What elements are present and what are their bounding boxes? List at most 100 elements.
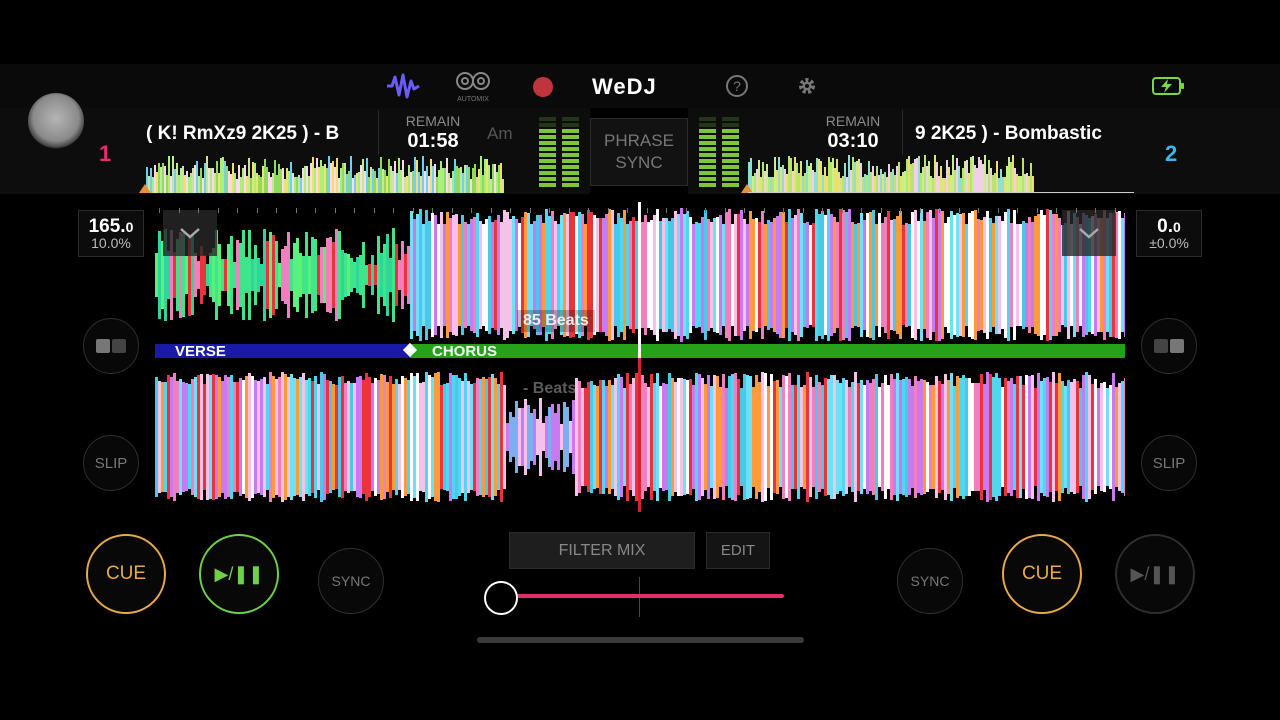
meter-segment [699, 147, 716, 151]
beat-tick [198, 208, 199, 213]
meter-segment [722, 141, 739, 145]
meter-segment [722, 159, 739, 163]
deck1-loop-toggle[interactable] [83, 318, 139, 374]
phrase-sync-line1: PHRASE [604, 131, 674, 150]
beat-tick [217, 208, 219, 213]
beat-tick [919, 208, 921, 213]
deck2-waveform-zoom-button[interactable] [1062, 210, 1116, 256]
meter-segment [539, 135, 556, 139]
crossfader-knob[interactable] [484, 581, 518, 615]
deck1-remain-time: 01:58 [407, 130, 459, 152]
deck2-track-title[interactable]: 9 2K25 ) - Bombastic [915, 123, 1135, 145]
meter-segment [699, 123, 716, 127]
divider [378, 110, 379, 155]
meter-segment [539, 141, 556, 145]
beat-tick [783, 208, 784, 213]
beat-tick [607, 208, 609, 213]
deck2-overview-waveform[interactable] [748, 155, 1134, 193]
meter-segment [722, 117, 739, 121]
meter-segment [699, 183, 716, 187]
beat-tick [958, 208, 960, 213]
deck1-track-title[interactable]: ( K! RmXz9 2K25 ) - B [146, 123, 366, 145]
deck2-bpm-display[interactable]: 0.0 ±0.0% [1136, 210, 1202, 257]
deck1-bpm: 165. [88, 216, 126, 237]
beat-tick [354, 208, 355, 213]
deck1-cue-button[interactable]: CUE [86, 534, 166, 614]
deck2-cue-button[interactable]: CUE [1002, 534, 1082, 614]
waveform-icon[interactable] [385, 68, 421, 104]
beat-tick [334, 208, 336, 213]
deck1-bpm-display[interactable]: 165.0 10.0% [78, 210, 144, 257]
meter-segment [699, 117, 716, 121]
deck2-bpm-decimal: 0 [1173, 219, 1181, 235]
meter-segment [562, 171, 579, 175]
overview-bar [1032, 176, 1034, 193]
meter-segment [539, 153, 556, 157]
beat-tick [1017, 208, 1018, 213]
beat-tick [159, 208, 160, 213]
beat-tick [1095, 208, 1096, 213]
meter-segment [699, 129, 716, 133]
loop-toggle-icon [1154, 339, 1184, 353]
deck1-level-meter [539, 117, 579, 187]
meter-column [539, 117, 556, 187]
waveform-bar [1124, 378, 1125, 496]
play-pause-icon: ▶/❚❚ [1130, 563, 1180, 584]
meter-segment [539, 117, 556, 121]
record-icon[interactable] [533, 77, 553, 97]
meter-segment [539, 165, 556, 169]
beat-tick [978, 208, 979, 213]
deck2-slip-button[interactable]: SLIP [1141, 435, 1197, 491]
filter-mix-button[interactable]: FILTER MIX [509, 532, 695, 569]
deck2-remain-label: REMAIN [825, 113, 881, 129]
edit-button[interactable]: EDIT [706, 532, 770, 569]
meter-segment [722, 129, 739, 133]
beat-tick [724, 208, 726, 213]
loop-toggle-icon [96, 339, 126, 353]
deck1-key: Am [487, 124, 513, 143]
deck1-waveform-zoom-button[interactable] [163, 210, 217, 256]
beat-tick [1036, 208, 1038, 213]
deck2-beats-countdown: - Beats [523, 380, 577, 397]
meter-segment [722, 177, 739, 181]
beat-tick [178, 208, 180, 213]
help-icon[interactable]: ? [719, 68, 755, 104]
overview-bar [502, 178, 504, 193]
deck1-sync-button[interactable]: SYNC [318, 548, 384, 614]
beat-tick [471, 208, 472, 213]
meter-segment [562, 159, 579, 163]
deck2-loop-toggle[interactable] [1141, 318, 1197, 374]
waveform-display[interactable]: VERSE CHORUS 85 Beats - Beats [155, 202, 1125, 512]
filter-mix-label: FILTER MIX [558, 541, 646, 559]
deck2-pitch: ±0.0% [1149, 235, 1189, 251]
phrase-label-chorus: CHORUS [432, 343, 498, 360]
meter-segment [722, 123, 739, 127]
battery-charging-icon [1152, 76, 1186, 101]
phrase-sync-button[interactable]: PHRASE SYNC [590, 118, 688, 186]
deck1-slip-button[interactable]: SLIP [83, 435, 139, 491]
home-button[interactable] [28, 93, 84, 149]
automix-label: AUTOMIX [457, 96, 489, 103]
deck2-play-pause-button[interactable]: ▶/❚❚ [1115, 534, 1195, 614]
meter-segment [722, 153, 739, 157]
phrase-sync-line2: SYNC [615, 153, 663, 172]
beat-tick [490, 208, 492, 213]
automix-button[interactable]: AUTOMIX [452, 70, 494, 104]
beat-tick [744, 208, 745, 213]
home-indicator[interactable] [477, 637, 804, 643]
meter-segment [562, 141, 579, 145]
deck1-overview-waveform[interactable] [146, 155, 526, 193]
meter-segment [722, 165, 739, 169]
meter-segment [699, 141, 716, 145]
deck2-sync-button[interactable]: SYNC [897, 548, 963, 614]
crossfader-track[interactable] [500, 594, 784, 598]
deck2-overview-baseline [748, 192, 1134, 193]
gear-icon[interactable] [789, 68, 825, 104]
deck1-play-pause-button[interactable]: ▶/❚❚ [199, 534, 279, 614]
deck1-remain-label: REMAIN [405, 113, 461, 129]
beat-tick [997, 208, 999, 213]
beat-tick [432, 208, 433, 213]
beat-tick [1056, 208, 1057, 213]
deck1-cue-label: CUE [105, 563, 147, 584]
deck2-cue-label: CUE [1021, 563, 1063, 584]
